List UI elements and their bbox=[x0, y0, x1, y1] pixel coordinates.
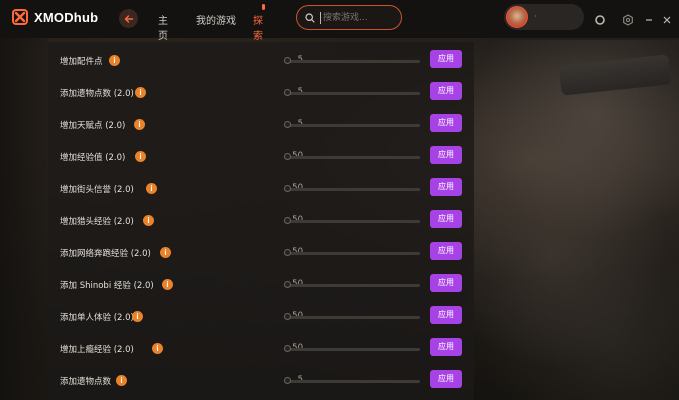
cheat-label: 增加天赋点 (2.0) bbox=[60, 121, 126, 131]
xmod-logo-icon bbox=[12, 9, 28, 25]
minimize-icon[interactable] bbox=[643, 11, 655, 23]
search-icon bbox=[305, 8, 315, 27]
cheat-label: 添加网络奔跑经验 (2.0) bbox=[60, 249, 151, 259]
left-strip bbox=[0, 38, 48, 400]
avatar bbox=[506, 6, 528, 28]
apply-button[interactable]: 应用 bbox=[430, 370, 462, 388]
info-icon[interactable]: i bbox=[116, 375, 127, 386]
top-bar: XMODhub 主页 我的游戏 探索 · bbox=[0, 0, 679, 42]
info-icon[interactable]: i bbox=[162, 279, 173, 290]
cheat-panel: 增加配件点i5应用添加遗物点数 (2.0)i5应用增加天赋点 (2.0)i5应用… bbox=[48, 42, 474, 400]
apply-button[interactable]: 应用 bbox=[430, 210, 462, 228]
value-slider[interactable] bbox=[284, 188, 420, 191]
cheat-row: 增加猎头经验 (2.0)i50应用 bbox=[48, 208, 474, 234]
apply-button[interactable]: 应用 bbox=[430, 50, 462, 68]
info-icon[interactable]: i bbox=[135, 87, 146, 98]
apply-button[interactable]: 应用 bbox=[430, 178, 462, 196]
slider-handle[interactable] bbox=[284, 89, 291, 96]
apply-button[interactable]: 应用 bbox=[430, 242, 462, 260]
cheat-label: 增加猎头经验 (2.0) bbox=[60, 217, 134, 227]
value-slider[interactable] bbox=[284, 284, 420, 287]
slider-handle[interactable] bbox=[284, 185, 291, 192]
app-name: XMODhub bbox=[34, 9, 99, 25]
apply-button[interactable]: 应用 bbox=[430, 306, 462, 324]
cheat-row: 添加遗物点数 (2.0)i5应用 bbox=[48, 80, 474, 106]
cheat-label: 增加上瘾经验 (2.0) bbox=[60, 345, 134, 355]
active-nav-indicator bbox=[262, 4, 265, 10]
cheat-label: 添加遗物点数 bbox=[60, 377, 112, 387]
cheat-label: 添加 Shinobi 经验 (2.0) bbox=[60, 281, 154, 291]
cheat-row: 增加上瘾经验 (2.0)i50应用 bbox=[48, 336, 474, 362]
apply-button[interactable]: 应用 bbox=[430, 338, 462, 356]
nav-item-my-games[interactable]: 我的游戏 bbox=[196, 12, 236, 27]
slider-handle[interactable] bbox=[284, 377, 291, 384]
value-slider[interactable] bbox=[284, 316, 420, 319]
value-slider[interactable] bbox=[284, 124, 420, 127]
value-slider[interactable] bbox=[284, 220, 420, 223]
slider-handle[interactable] bbox=[284, 313, 291, 320]
value-slider[interactable] bbox=[284, 156, 420, 159]
circle-icon[interactable] bbox=[594, 11, 606, 25]
info-icon[interactable]: i bbox=[146, 183, 157, 194]
hexagon-gear-icon[interactable] bbox=[622, 11, 634, 26]
value-slider[interactable] bbox=[284, 380, 420, 383]
apply-button[interactable]: 应用 bbox=[430, 114, 462, 132]
cheat-row: 增加配件点i5应用 bbox=[48, 48, 474, 74]
username: · bbox=[534, 12, 537, 21]
cheat-row: 添加 Shinobi 经验 (2.0)i50应用 bbox=[48, 272, 474, 298]
cheat-row: 增加经验值 (2.0)i50应用 bbox=[48, 144, 474, 170]
slider-handle[interactable] bbox=[284, 57, 291, 64]
slider-handle[interactable] bbox=[284, 345, 291, 352]
apply-button[interactable]: 应用 bbox=[430, 274, 462, 292]
info-icon[interactable]: i bbox=[134, 119, 145, 130]
cheat-row: 增加街头信誉 (2.0)i50应用 bbox=[48, 176, 474, 202]
app-logo[interactable]: XMODhub bbox=[12, 9, 98, 25]
slider-handle[interactable] bbox=[284, 217, 291, 224]
cheat-row: 添加网络奔跑经验 (2.0)i50应用 bbox=[48, 240, 474, 266]
value-slider[interactable] bbox=[284, 92, 420, 95]
cheat-row: 添加遗物点数i5应用 bbox=[48, 368, 474, 394]
nav-item-explore[interactable]: 探索 bbox=[253, 12, 263, 42]
cheat-label: 添加单人体验 (2.0) bbox=[60, 313, 134, 323]
cheat-label: 增加配件点 bbox=[60, 57, 103, 67]
apply-button[interactable]: 应用 bbox=[430, 82, 462, 100]
info-icon[interactable]: i bbox=[132, 311, 143, 322]
info-icon[interactable]: i bbox=[109, 55, 120, 66]
cheat-row: 添加单人体验 (2.0)i50应用 bbox=[48, 304, 474, 330]
value-slider[interactable] bbox=[284, 60, 420, 63]
slider-handle[interactable] bbox=[284, 249, 291, 256]
user-profile[interactable]: · bbox=[504, 4, 584, 30]
info-icon[interactable]: i bbox=[135, 151, 146, 162]
value-slider[interactable] bbox=[284, 348, 420, 351]
search-box[interactable] bbox=[296, 5, 402, 30]
info-icon[interactable]: i bbox=[160, 247, 171, 258]
arrow-left-icon bbox=[124, 9, 134, 28]
slider-handle[interactable] bbox=[284, 121, 291, 128]
slider-handle[interactable] bbox=[284, 153, 291, 160]
close-icon[interactable] bbox=[661, 11, 673, 24]
cheat-label: 增加经验值 (2.0) bbox=[60, 153, 126, 163]
nav-item-home[interactable]: 主页 bbox=[158, 12, 168, 42]
search-input[interactable] bbox=[320, 11, 395, 24]
cheat-row: 增加天赋点 (2.0)i5应用 bbox=[48, 112, 474, 138]
back-button[interactable] bbox=[119, 9, 138, 28]
cheat-label: 增加街头信誉 (2.0) bbox=[60, 185, 134, 195]
apply-button[interactable]: 应用 bbox=[430, 146, 462, 164]
value-slider[interactable] bbox=[284, 252, 420, 255]
slider-handle[interactable] bbox=[284, 281, 291, 288]
info-icon[interactable]: i bbox=[152, 343, 163, 354]
info-icon[interactable]: i bbox=[143, 215, 154, 226]
cheat-label: 添加遗物点数 (2.0) bbox=[60, 89, 134, 99]
